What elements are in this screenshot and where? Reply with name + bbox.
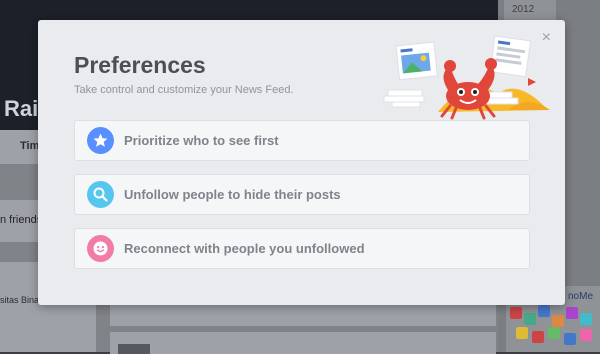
ad-image (510, 305, 598, 349)
dialog-subtitle: Take control and customize your News Fee… (74, 84, 294, 96)
year-label: 2012 (512, 4, 535, 15)
star-icon (87, 127, 114, 154)
dialog-title: Preferences (74, 52, 206, 78)
feed-post (110, 332, 496, 354)
ad-title: noMe (568, 291, 594, 302)
option-reconnect[interactable]: Reconnect with people you unfollowed (74, 228, 530, 269)
friends-text: n friends (0, 214, 43, 226)
option-label: Prioritize who to see first (124, 133, 279, 148)
option-label: Reconnect with people you unfollowed (124, 241, 365, 256)
tab-timeline: Tim (20, 140, 40, 152)
preferences-dialog: × Preferences Take control and customize… (38, 20, 565, 305)
avatar (118, 344, 150, 354)
search-icon (87, 181, 114, 208)
crab-illustration (378, 34, 554, 124)
university-text: sitas Bina (0, 295, 40, 305)
option-prioritize[interactable]: Prioritize who to see first (74, 120, 530, 161)
smiley-icon (87, 235, 114, 262)
option-unfollow[interactable]: Unfollow people to hide their posts (74, 174, 530, 215)
option-label: Unfollow people to hide their posts (124, 187, 341, 202)
